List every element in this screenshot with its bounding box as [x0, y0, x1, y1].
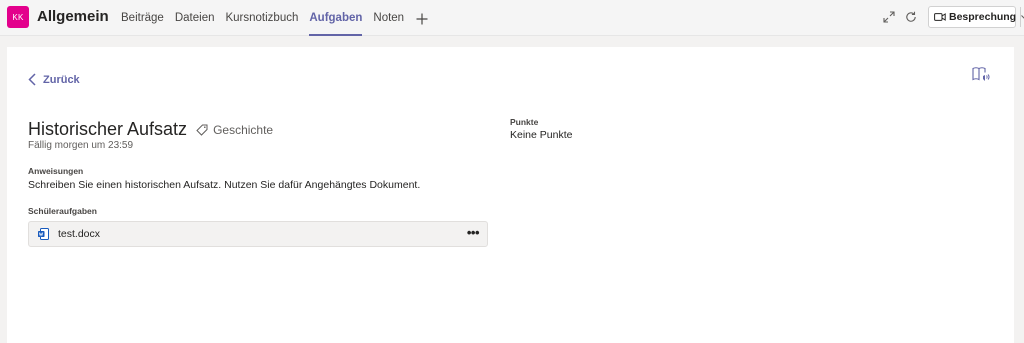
assignment-category: Geschichte	[213, 122, 274, 137]
meet-button-label: Besprechung	[949, 11, 1017, 23]
file-name: test.docx	[58, 228, 101, 240]
team-avatar[interactable]: KK	[7, 6, 29, 28]
word-file-icon	[38, 228, 49, 240]
immersive-reader-button[interactable]	[972, 66, 990, 82]
instructions-label: Anweisungen	[28, 166, 84, 176]
assignment-title-row: Historischer Aufsatz Geschichte	[28, 119, 273, 140]
tab-noten[interactable]: Noten	[373, 0, 404, 36]
tag-icon	[196, 124, 208, 136]
meet-button-group: Besprechung	[928, 6, 1024, 28]
back-button[interactable]: Zurück	[28, 73, 80, 86]
video-camera-icon	[934, 13, 946, 21]
points-value: Keine Punkte	[510, 129, 573, 141]
expand-button[interactable]	[880, 8, 898, 26]
file-more-options-button[interactable]: •••	[467, 226, 480, 239]
tab-kursnotizbuch[interactable]: Kursnotizbuch	[225, 0, 298, 36]
channel-tabs: Beiträge Dateien Kursnotizbuch Aufgaben …	[121, 0, 428, 36]
student-work-label: Schüleraufgaben	[28, 206, 97, 216]
tab-dateien[interactable]: Dateien	[175, 0, 215, 36]
points-label: Punkte	[510, 117, 539, 127]
refresh-button[interactable]	[902, 8, 920, 26]
channel-title: Allgemein	[37, 8, 109, 25]
meet-button[interactable]: Besprechung	[929, 7, 1022, 27]
expand-icon	[883, 11, 895, 23]
attached-file[interactable]: test.docx •••	[28, 221, 488, 247]
assignment-card: Zurück Historischer Aufsatz Geschichte F…	[7, 47, 1014, 343]
top-bar: KK Allgemein Beiträge Dateien Kursnotizb…	[0, 0, 1024, 36]
back-label: Zurück	[43, 73, 80, 86]
add-tab-button[interactable]	[416, 0, 428, 36]
refresh-icon	[906, 11, 916, 22]
plus-icon	[416, 13, 428, 25]
due-date: Fällig morgen um 23:59	[28, 140, 134, 151]
instructions-text: Schreiben Sie einen historischen Aufsatz…	[28, 179, 421, 191]
immersive-reader-icon	[972, 67, 990, 81]
tab-beitraege[interactable]: Beiträge	[121, 0, 164, 36]
chevron-left-icon	[28, 73, 36, 86]
tab-aufgaben[interactable]: Aufgaben	[309, 0, 363, 36]
assignment-title: Historischer Aufsatz	[28, 119, 188, 139]
